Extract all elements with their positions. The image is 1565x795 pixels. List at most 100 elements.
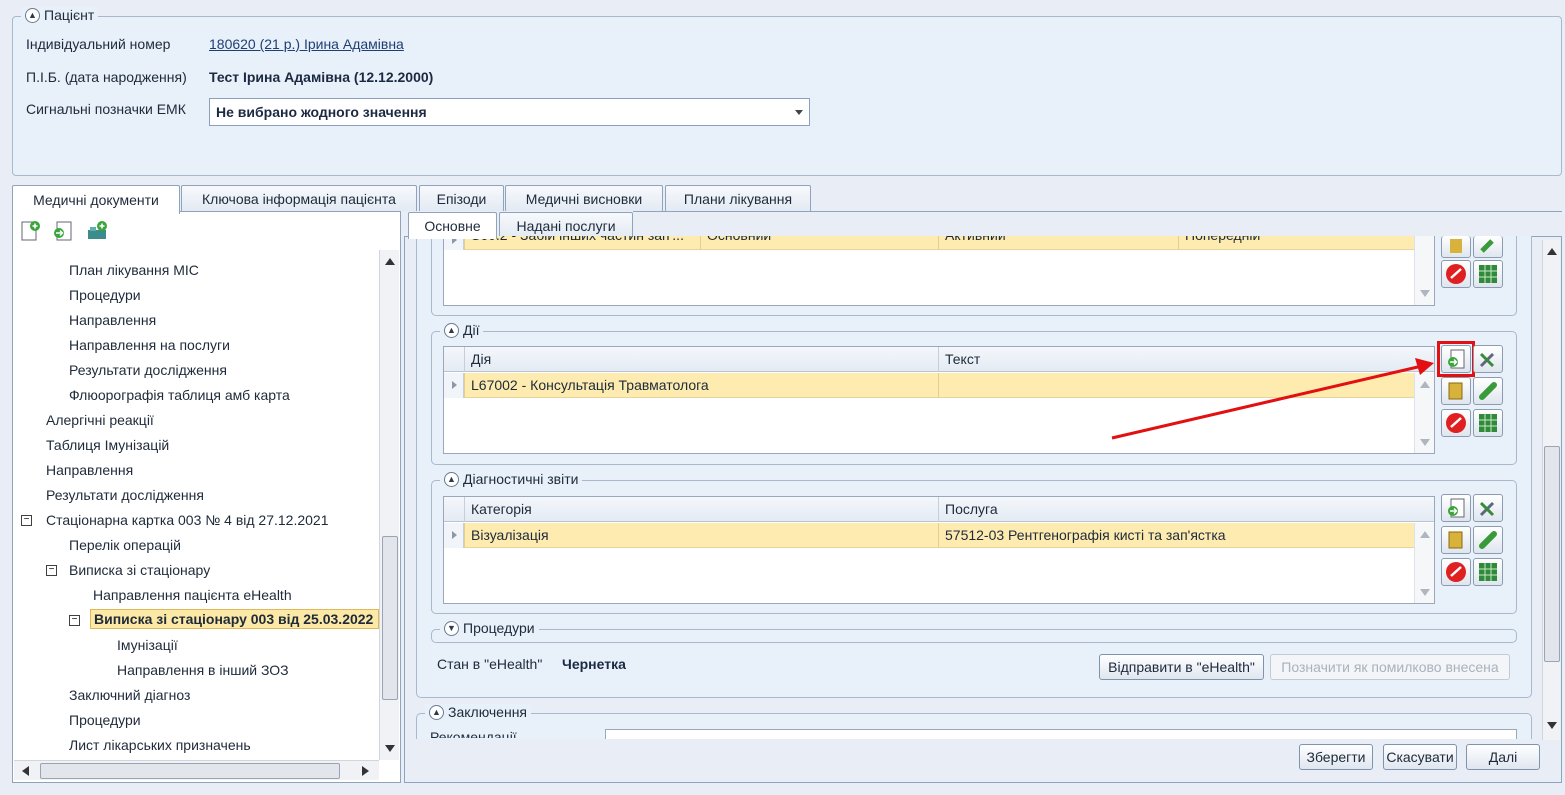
grid-scrollbar[interactable] [1414, 236, 1434, 305]
scroll-down-icon[interactable] [1547, 722, 1557, 729]
send-to-ehealth-button[interactable]: Відправити в "eHealth" [1099, 654, 1264, 680]
tree-item[interactable]: Результати дослідження [69, 362, 227, 378]
tree-item[interactable]: Направлення [46, 462, 133, 478]
patient-legend: ▲ Пацієнт [21, 7, 99, 23]
delete-icon[interactable] [1441, 558, 1471, 586]
tree-item[interactable]: Імунізації [117, 637, 178, 653]
patient-id-link[interactable]: 180620 (21 р.) Ірина Адамівна [209, 36, 404, 52]
tree-item[interactable]: План лікування МІС [69, 262, 199, 278]
conclusion-legend: ▲ Заключення [425, 704, 532, 720]
scroll-down-icon[interactable] [1420, 290, 1430, 297]
delete-icon[interactable] [1441, 260, 1471, 288]
tree-horizontal-scrollbar[interactable] [14, 760, 379, 780]
procedures-group: ▼ Процедури [431, 620, 1517, 643]
scroll-thumb[interactable] [1544, 446, 1560, 662]
collapse-up-icon[interactable]: ▲ [25, 7, 40, 23]
scroll-up-icon[interactable] [385, 258, 395, 265]
tools-icon[interactable] [1473, 345, 1503, 373]
tree-collapse-icon[interactable]: − [46, 565, 57, 576]
tab-provided-services[interactable]: Надані послуги [499, 212, 633, 238]
tree-item[interactable]: Направлення на послуги [69, 337, 230, 353]
import-document-icon[interactable] [50, 218, 76, 244]
book-icon[interactable] [1441, 526, 1471, 554]
scroll-left-icon[interactable] [22, 766, 29, 776]
tab-episodes[interactable]: Епізоди [419, 185, 504, 211]
scroll-down-icon[interactable] [385, 745, 395, 752]
tree-item[interactable]: Алергічні реакції [46, 412, 154, 428]
scroll-down-icon[interactable] [1420, 589, 1430, 596]
table-icon[interactable] [1473, 260, 1503, 288]
scroll-up-icon[interactable] [1547, 248, 1557, 255]
actions-legend: ▲ Дії [440, 322, 484, 338]
tree-item[interactable]: Процедури [69, 287, 141, 303]
tab-strip-line [633, 211, 1562, 212]
expand-down-icon[interactable]: ▼ [444, 620, 459, 636]
tree-item[interactable]: Процедури [69, 712, 141, 728]
table-row[interactable]: S60.2 - Забій інших частин зап'... Основ… [444, 236, 1414, 250]
tree-item[interactable]: Лист лікарських призначень [69, 737, 251, 753]
book-icon[interactable] [1441, 377, 1471, 405]
tree-item[interactable]: Заключний діагноз [69, 687, 190, 703]
scroll-up-icon[interactable] [1420, 531, 1430, 538]
tab-main[interactable]: Основне [408, 212, 497, 239]
signal-marks-label: Сигнальні позначки ЕМК [26, 101, 186, 117]
tree-vertical-scrollbar[interactable] [379, 250, 399, 760]
collapse-up-icon[interactable]: ▲ [444, 471, 459, 487]
ehealth-status-value: Чернетка [562, 656, 626, 672]
column-header[interactable]: Категорія [464, 497, 938, 522]
tab-medical-conclusions[interactable]: Медичні висновки [505, 185, 663, 211]
add-document-icon[interactable] [1441, 494, 1471, 522]
table-icon[interactable] [1473, 409, 1503, 437]
tab-treatment-plans[interactable]: Плани лікування [665, 185, 811, 211]
collapse-up-icon[interactable]: ▲ [429, 704, 444, 720]
tree-item[interactable]: Направлення пацієнта eHealth [93, 587, 292, 603]
scroll-thumb[interactable] [382, 536, 398, 700]
tree-item[interactable]: Направлення в інший ЗОЗ [117, 662, 289, 678]
link-icon[interactable] [1473, 236, 1503, 258]
book-icon[interactable] [1441, 236, 1471, 258]
tree-item-selected-discharge[interactable]: Виписка зі стаціонару 003 від 25.03.2022 [90, 609, 379, 629]
column-header[interactable]: Послуга [938, 497, 1414, 522]
grid-cell: Попередній [1178, 236, 1414, 250]
column-header[interactable]: Дія [464, 347, 938, 372]
table-icon[interactable] [1473, 558, 1503, 586]
ehealth-status-label: Стан в "eHealth" [437, 656, 543, 672]
next-button[interactable]: Далі [1466, 744, 1540, 770]
tree-item-discharge[interactable]: Виписка зі стаціонару [69, 562, 210, 578]
scroll-right-icon[interactable] [362, 766, 369, 776]
link-icon[interactable] [1473, 526, 1503, 554]
table-row[interactable]: Візуалізація 57512-03 Рентгенографія кис… [444, 523, 1414, 548]
new-hospital-card-icon[interactable] [84, 218, 110, 244]
tree-collapse-icon[interactable]: − [69, 615, 80, 626]
tree-collapse-icon[interactable]: − [21, 515, 32, 526]
grid-cell: Основний [700, 236, 938, 250]
recommendations-field[interactable] [605, 729, 1517, 739]
collapse-up-icon[interactable]: ▲ [444, 322, 459, 338]
tree-item[interactable]: Перелік операцій [69, 537, 181, 553]
detail-vertical-scrollbar[interactable] [1542, 240, 1560, 740]
new-document-icon[interactable] [17, 218, 43, 244]
tree-item[interactable]: Результати дослідження [46, 487, 204, 503]
row-indicator [444, 523, 464, 548]
grid-cell: L67002 - Консультація Травматолога [464, 373, 938, 398]
tools-icon[interactable] [1473, 494, 1503, 522]
signal-marks-dropdown[interactable]: Не вибрано жодного значення [209, 98, 810, 126]
delete-icon[interactable] [1441, 409, 1471, 437]
cancel-button[interactable]: Скасувати [1383, 744, 1457, 770]
scroll-thumb[interactable] [40, 763, 340, 779]
tab-medical-documents[interactable]: Медичні документи [12, 185, 180, 214]
tree-item[interactable]: Направлення [69, 312, 156, 328]
tree-item-hospital-card[interactable]: Стаціонарна картка 003 № 4 від 27.12.202… [46, 512, 329, 528]
patient-name-value: Тест Ірина Адамівна (12.12.2000) [209, 69, 434, 85]
recommendations-label-clip: Рекомендації [430, 729, 530, 738]
signal-marks-value: Не вибрано жодного значення [216, 104, 427, 120]
annotation-arrow [1111, 358, 1434, 440]
tree-item[interactable]: Таблиця Імунізацій [46, 437, 169, 453]
mark-as-error-button[interactable]: Позначити як помилково внесена [1270, 654, 1510, 680]
save-button[interactable]: Зберегти [1299, 744, 1373, 770]
tree-item[interactable]: Флюорографія таблиця амб карта [69, 387, 290, 403]
tab-key-info[interactable]: Ключова інформація пацієнта [181, 185, 417, 211]
link-icon[interactable] [1473, 377, 1503, 405]
grid-scrollbar[interactable] [1414, 523, 1434, 603]
patient-name-label: П.І.Б. (дата народження) [26, 69, 187, 85]
